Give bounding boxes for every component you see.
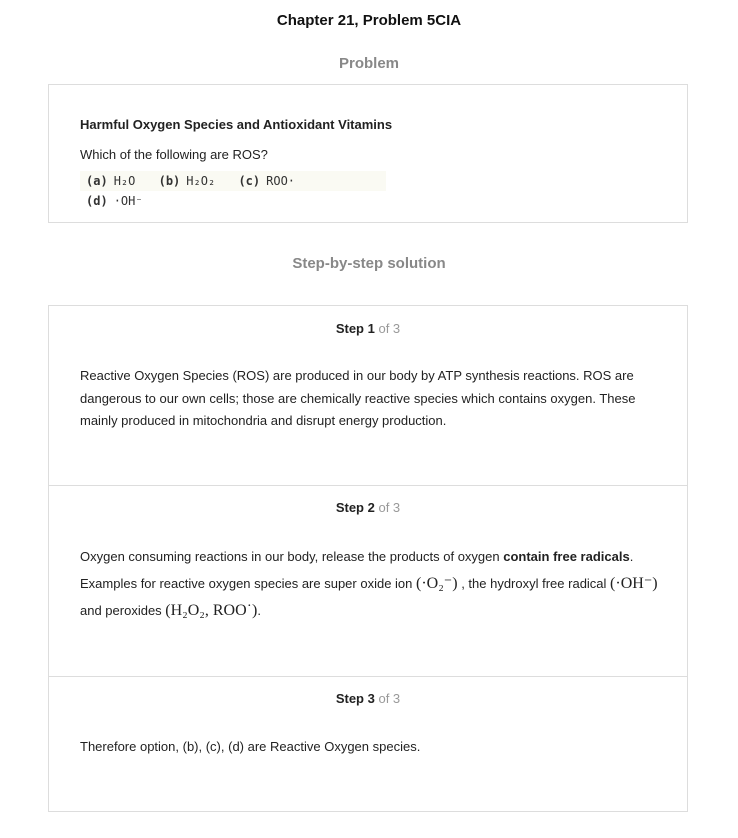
step-1: Step 1 of 3 Reactive Oxygen Species (ROS… <box>49 306 687 486</box>
problem-heading: Problem <box>338 55 399 72</box>
problem-title: Harmful Oxygen Species and Antioxidant V… <box>80 117 393 132</box>
step-count: of 3 <box>378 691 401 706</box>
step-label: Step 2 <box>335 500 375 515</box>
step-count: of 3 <box>378 321 401 336</box>
option-label: (a) <box>86 174 108 188</box>
step-label: Step 1 <box>335 321 375 336</box>
option-label: (b) <box>158 174 181 188</box>
problem-box: Harmful Oxygen Species and Antioxidant V… <box>48 84 688 223</box>
page-title: Chapter 21, Problem 5CIA <box>276 12 462 29</box>
bold-text: contain free radicals <box>503 549 630 564</box>
solution-heading: Step-by-step solution <box>292 255 446 272</box>
step-3: Step 3 of 3 Therefore option, (b), (c), … <box>49 676 687 812</box>
option-value: ROO· <box>266 174 296 188</box>
option-value: H₂O <box>113 174 136 188</box>
step-header: Step 1 of 3 <box>49 321 687 336</box>
text: . <box>257 603 261 618</box>
formula: (·OH⁻) <box>610 575 658 592</box>
text: , the hydroxyl free radical <box>457 576 611 591</box>
step-header: Step 2 of 3 <box>49 500 687 515</box>
step-2: Step 2 of 3 Oxygen consuming reactions i… <box>49 485 687 677</box>
solution-box: Step 1 of 3 Reactive Oxygen Species (ROS… <box>48 305 688 812</box>
text: Oxygen consuming reactions in our body, … <box>80 549 504 564</box>
step-text: Therefore option, (b), (c), (d) are Reac… <box>80 739 421 754</box>
problem-question: Which of the following are ROS? <box>80 147 268 162</box>
step-text: Oxygen consuming reactions in our body, … <box>80 543 665 624</box>
step-label: Step 3 <box>335 691 375 706</box>
formula: (H₂O₂, ROO˙) <box>165 602 258 619</box>
option-value: ·OH⁻ <box>113 194 143 208</box>
text: and peroxides <box>80 603 166 618</box>
option-label: (d) <box>86 194 108 208</box>
step-count: of 3 <box>378 500 401 515</box>
formula: (·O₂⁻) <box>416 575 458 592</box>
option-label: (c) <box>238 174 261 188</box>
step-header: Step 3 of 3 <box>49 691 687 706</box>
step-text: Reactive Oxygen Species (ROS) are produc… <box>80 368 636 428</box>
options-image: (a) H₂O (b) H₂O₂ (c) ROO· (d) ·OH⁻ <box>80 171 386 208</box>
option-value: H₂O₂ <box>186 174 216 188</box>
